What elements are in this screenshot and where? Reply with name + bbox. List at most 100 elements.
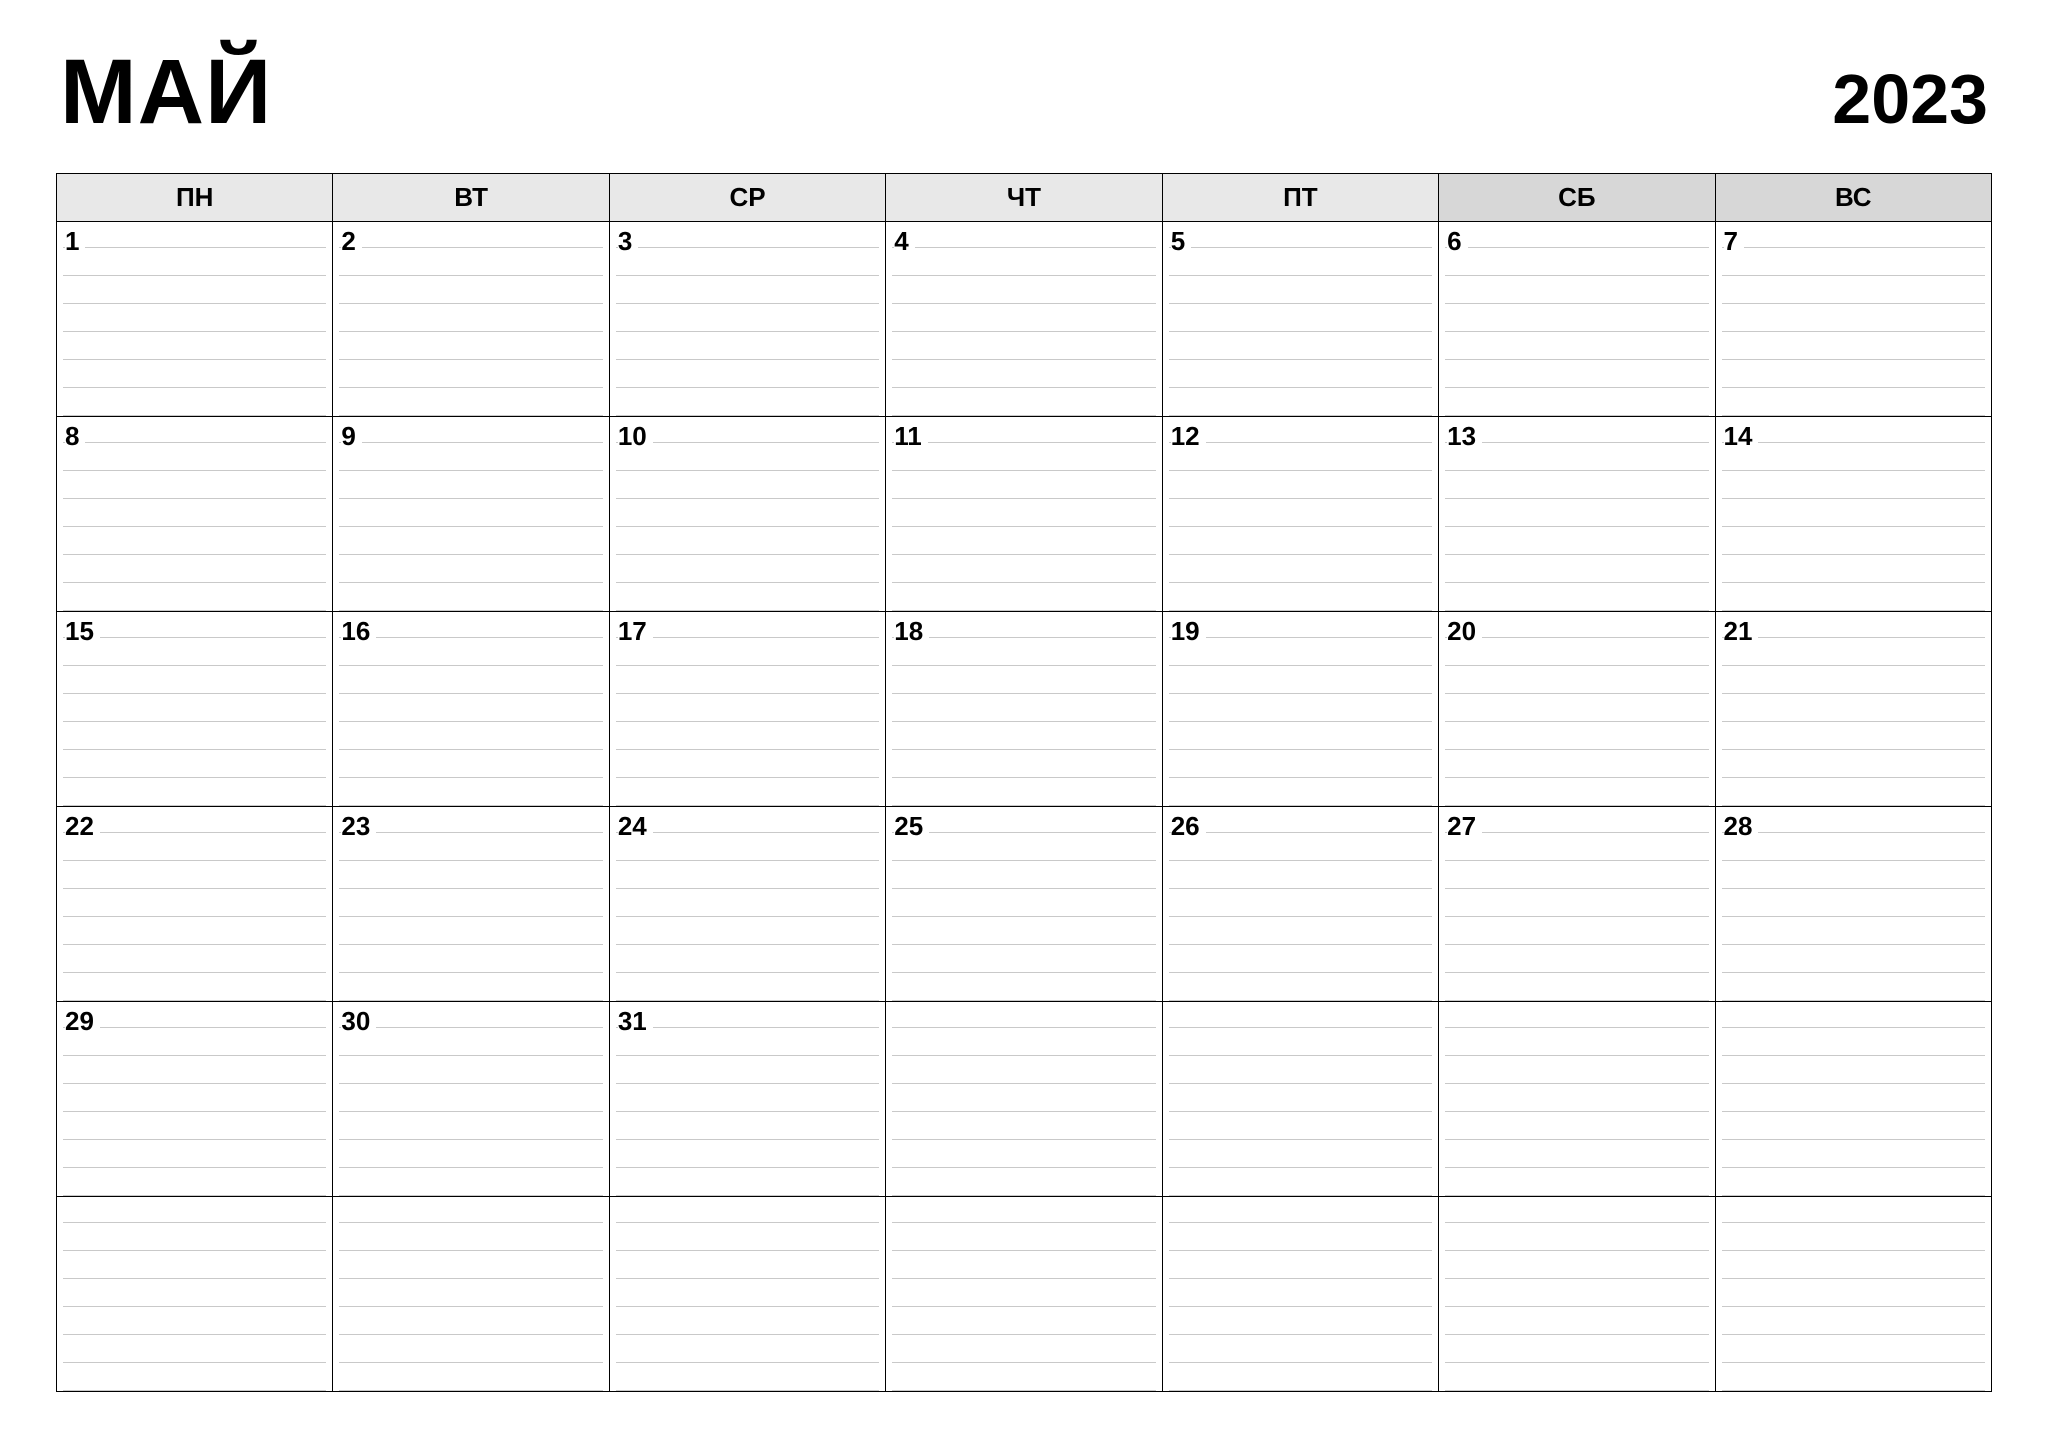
calendar-day: 2 (333, 222, 609, 417)
ruled-lines (63, 222, 326, 416)
calendar-header: МАЙ 2023 (56, 40, 1992, 145)
calendar-day: 17 (609, 612, 885, 807)
calendar-week (57, 1197, 1992, 1392)
ruled-lines (1169, 1197, 1432, 1391)
ruled-lines (1722, 1197, 1985, 1391)
calendar-day (1715, 1002, 1991, 1197)
ruled-lines (892, 1197, 1155, 1391)
day-number: 7 (1724, 226, 1744, 257)
calendar-day: 30 (333, 1002, 609, 1197)
calendar-week: 22 23 24 25 26 27 28 (57, 807, 1992, 1002)
ruled-lines (1445, 222, 1708, 416)
weekday-header: СБ (1439, 174, 1715, 222)
ruled-lines (1169, 612, 1432, 806)
day-number: 30 (341, 1006, 376, 1037)
calendar-day (609, 1197, 885, 1392)
calendar-week: 15 16 17 18 19 20 21 (57, 612, 1992, 807)
day-number: 22 (65, 811, 100, 842)
day-number: 3 (618, 226, 638, 257)
ruled-lines (339, 417, 602, 611)
calendar-day (886, 1197, 1162, 1392)
day-number: 31 (618, 1006, 653, 1037)
calendar-day: 19 (1162, 612, 1438, 807)
ruled-lines (339, 612, 602, 806)
day-number: 18 (894, 616, 929, 647)
ruled-lines (1722, 1002, 1985, 1196)
weekday-header: ПТ (1162, 174, 1438, 222)
weekday-header: ВТ (333, 174, 609, 222)
ruled-lines (339, 222, 602, 416)
day-number: 20 (1447, 616, 1482, 647)
calendar-week: 29 30 31 (57, 1002, 1992, 1197)
day-number: 15 (65, 616, 100, 647)
calendar-day: 29 (57, 1002, 333, 1197)
ruled-lines (63, 1197, 326, 1391)
ruled-lines (63, 807, 326, 1001)
ruled-lines (1445, 1197, 1708, 1391)
calendar-day: 28 (1715, 807, 1991, 1002)
calendar-day: 27 (1439, 807, 1715, 1002)
day-number: 16 (341, 616, 376, 647)
day-number: 27 (1447, 811, 1482, 842)
ruled-lines (892, 222, 1155, 416)
day-number: 25 (894, 811, 929, 842)
calendar-day: 5 (1162, 222, 1438, 417)
calendar-day: 6 (1439, 222, 1715, 417)
day-number: 4 (894, 226, 914, 257)
ruled-lines (1169, 807, 1432, 1001)
ruled-lines (339, 807, 602, 1001)
calendar-day: 31 (609, 1002, 885, 1197)
ruled-lines (339, 1002, 602, 1196)
calendar-day: 16 (333, 612, 609, 807)
month-title: МАЙ (60, 40, 272, 145)
day-number: 9 (341, 421, 361, 452)
ruled-lines (1445, 1002, 1708, 1196)
day-number: 21 (1724, 616, 1759, 647)
calendar-day: 26 (1162, 807, 1438, 1002)
weekday-header: ВС (1715, 174, 1991, 222)
day-number: 24 (618, 811, 653, 842)
calendar-day: 24 (609, 807, 885, 1002)
calendar-week: 1 2 3 4 5 6 7 (57, 222, 1992, 417)
calendar-day: 22 (57, 807, 333, 1002)
ruled-lines (616, 222, 879, 416)
ruled-lines (616, 612, 879, 806)
ruled-lines (892, 807, 1155, 1001)
calendar-body: 1 2 3 4 5 6 7 8 9 10 11 12 13 14 15 16 1… (57, 222, 1992, 1392)
day-number: 2 (341, 226, 361, 257)
ruled-lines (1722, 417, 1985, 611)
ruled-lines (616, 1002, 879, 1196)
calendar-week: 8 9 10 11 12 13 14 (57, 417, 1992, 612)
calendar-day (1162, 1002, 1438, 1197)
ruled-lines (1169, 417, 1432, 611)
weekday-header: СР (609, 174, 885, 222)
calendar-day: 20 (1439, 612, 1715, 807)
weekday-header: ПН (57, 174, 333, 222)
calendar-day: 4 (886, 222, 1162, 417)
calendar-day: 8 (57, 417, 333, 612)
calendar-day (1715, 1197, 1991, 1392)
calendar-day: 9 (333, 417, 609, 612)
calendar-day: 14 (1715, 417, 1991, 612)
day-number: 5 (1171, 226, 1191, 257)
calendar-day: 3 (609, 222, 885, 417)
day-number: 1 (65, 226, 85, 257)
calendar-day: 11 (886, 417, 1162, 612)
ruled-lines (339, 1197, 602, 1391)
calendar-day (333, 1197, 609, 1392)
day-number: 26 (1171, 811, 1206, 842)
day-number: 10 (618, 421, 653, 452)
day-number: 13 (1447, 421, 1482, 452)
day-number: 28 (1724, 811, 1759, 842)
day-number: 11 (894, 421, 928, 452)
ruled-lines (1445, 612, 1708, 806)
ruled-lines (63, 1002, 326, 1196)
ruled-lines (616, 807, 879, 1001)
ruled-lines (1722, 807, 1985, 1001)
calendar-day: 10 (609, 417, 885, 612)
calendar-grid: ПН ВТ СР ЧТ ПТ СБ ВС 1 2 3 4 5 6 7 8 9 1… (56, 173, 1992, 1392)
calendar-day (57, 1197, 333, 1392)
calendar-day: 7 (1715, 222, 1991, 417)
ruled-lines (1722, 222, 1985, 416)
weekday-row: ПН ВТ СР ЧТ ПТ СБ ВС (57, 174, 1992, 222)
